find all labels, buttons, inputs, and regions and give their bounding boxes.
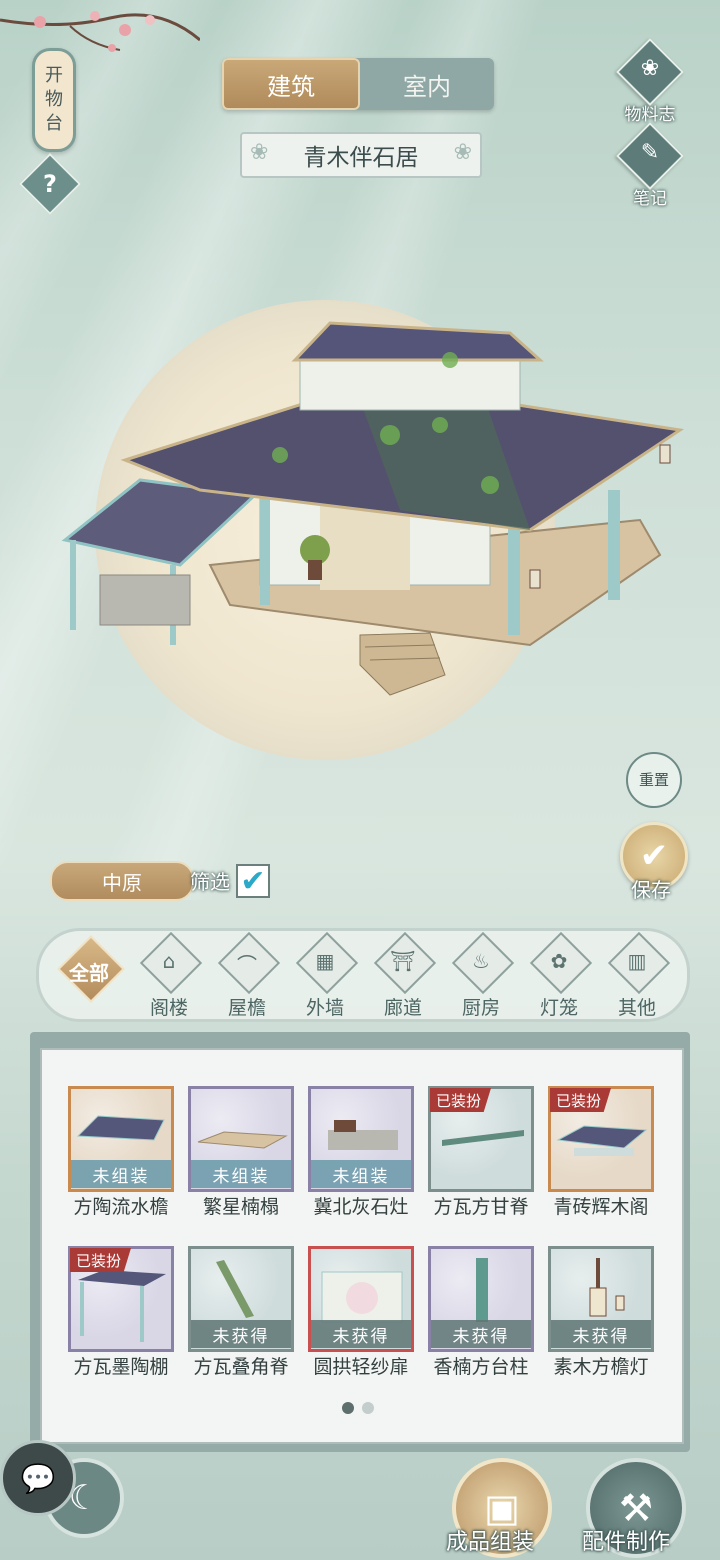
item-name: 素木方檐灯 [553, 1356, 649, 1378]
item-name: 方陶流水檐 [73, 1196, 169, 1218]
item-name: 青砖辉木阁 [553, 1196, 649, 1218]
item-card[interactable]: 未组装 繁星楠榻 [188, 1086, 294, 1222]
craft-label: 配件制作 [582, 1530, 671, 1555]
other-icon: ▥ [627, 949, 647, 973]
checkmark-icon: ✔ [240, 863, 266, 899]
pillar-thumb [476, 1258, 488, 1322]
corridor-icon: ⛩ [390, 949, 416, 973]
item-card[interactable]: 已装扮 青砖辉木阁 [548, 1086, 654, 1222]
item-name: 冀北灰石灶 [313, 1196, 409, 1218]
item-name: 繁星楠榻 [202, 1196, 279, 1218]
item-name: 圆拱轻纱扉 [313, 1356, 409, 1378]
category-label: 厨房 [461, 997, 500, 1019]
category-label: 廊道 [383, 997, 422, 1019]
notes-button[interactable]: ✎ 笔记 [616, 122, 684, 209]
category-label: 其他 [617, 997, 656, 1019]
page-dot[interactable] [362, 1402, 374, 1414]
pavilion-icon: ⌂ [162, 949, 176, 973]
sign-char: 台 [45, 113, 63, 134]
item-name: 方瓦方甘脊 [433, 1196, 529, 1218]
item-card[interactable]: 未组装 方陶流水檐 [68, 1086, 174, 1222]
category-all[interactable]: 全部 [53, 935, 125, 1015]
category-label: 屋檐 [227, 997, 266, 1019]
chat-icon: 💬 [20, 1461, 56, 1495]
eaves-icon: ⌒ [237, 953, 257, 977]
category-bar: 全部 ⌂ 阁楼 ⌒ 屋檐 ▦ 外墙 ⛩ 廊道 ♨ 厨房 ✿ 灯笼 ▥ 其他 [36, 928, 690, 1022]
item-card[interactable]: 未获得 素木方檐灯 [548, 1246, 654, 1382]
equipped-badge: 已装扮 [70, 1248, 132, 1272]
materials-button[interactable]: ❀ 物料志 [616, 38, 684, 125]
category-label: 外墙 [305, 997, 344, 1019]
category-label: 全部 [69, 961, 109, 985]
pagination [342, 1402, 374, 1414]
item-card[interactable]: 未组装 冀北灰石灶 [308, 1086, 414, 1222]
category-other[interactable]: ▥ 其他 [601, 931, 671, 1019]
status-tag: 未组装 [71, 1160, 171, 1188]
item-name: 方瓦墨陶棚 [73, 1356, 169, 1378]
category-eaves[interactable]: ⌒ 屋檐 [211, 931, 281, 1019]
arch-door-thumb [321, 1271, 403, 1323]
platform-thumb [197, 1131, 288, 1149]
category-label: 灯笼 [539, 997, 578, 1019]
category-tabs: 建筑 室内 [222, 58, 494, 110]
status-tag: 未获得 [431, 1320, 531, 1348]
materials-glyph: ❀ [640, 56, 660, 81]
item-name: 香楠方台柱 [433, 1356, 529, 1378]
item-card[interactable]: 已装扮 方瓦方甘脊 [428, 1086, 534, 1222]
category-kitchen[interactable]: ♨ 厨房 [445, 931, 515, 1019]
filter-checkbox[interactable]: ✔ [236, 863, 270, 899]
building-name: 青木伴石居 [240, 132, 482, 178]
status-tag: 未获得 [311, 1320, 411, 1348]
status-tag: 未获得 [191, 1320, 291, 1348]
item-panel: 未组装 方陶流水檐 未组装 繁星楠榻 未组装 冀北灰石灶 已装扮 方瓦方甘脊 已… [40, 1048, 684, 1444]
wall-icon: ▦ [315, 949, 335, 973]
item-card[interactable]: 已装扮 方瓦墨陶棚 [68, 1246, 174, 1382]
sign-char: 物 [45, 89, 63, 110]
building-preview[interactable] [60, 315, 690, 705]
page-dot-active[interactable] [342, 1402, 354, 1414]
category-label: 阁楼 [149, 997, 188, 1019]
plum-branch-decoration [0, 11, 200, 52]
chat-button[interactable]: 💬 [0, 1440, 76, 1516]
item-card[interactable]: 未获得 香楠方台柱 [428, 1246, 534, 1382]
item-name: 方瓦叠角脊 [193, 1356, 289, 1378]
kitchen-icon: ♨ [472, 949, 490, 973]
lantern-icon: ✿ [550, 949, 568, 973]
item-card[interactable]: 未获得 方瓦叠角脊 [188, 1246, 294, 1382]
save-label: 保存 [631, 878, 671, 902]
category-corridor[interactable]: ⛩ 廊道 [367, 931, 437, 1019]
workbench-sign[interactable]: 开 物 台 [32, 48, 76, 152]
lantern-thumb [589, 1258, 625, 1317]
checkmark-icon: ✔ [639, 836, 669, 876]
equipped-badge: 已装扮 [550, 1088, 612, 1112]
tab-interior[interactable]: 室内 [360, 58, 494, 110]
assemble-label: 成品组装 [446, 1530, 535, 1555]
region-selector[interactable]: 中原 [50, 861, 194, 901]
status-tag: 未组装 [191, 1160, 291, 1188]
status-tag: 未组装 [311, 1160, 411, 1188]
roof-tile-thumb [76, 1115, 165, 1141]
category-pavilion[interactable]: ⌂ 阁楼 [133, 931, 203, 1019]
category-wall[interactable]: ▦ 外墙 [289, 931, 359, 1019]
help-icon[interactable]: ? [28, 162, 72, 206]
stove-thumb [328, 1120, 398, 1150]
item-card[interactable]: 未获得 圆拱轻纱扉 [308, 1246, 414, 1382]
status-tag: 未获得 [551, 1320, 651, 1348]
sign-char: 开 [45, 65, 63, 86]
filter-label: 筛选 [190, 870, 230, 894]
notes-glyph: ✎ [640, 140, 660, 165]
reset-button[interactable]: 重置 [626, 752, 682, 808]
equipped-badge: 已装扮 [430, 1088, 492, 1112]
corner-ridge-thumb [216, 1260, 254, 1318]
category-lantern[interactable]: ✿ 灯笼 [523, 931, 593, 1019]
tab-building[interactable]: 建筑 [222, 58, 360, 110]
